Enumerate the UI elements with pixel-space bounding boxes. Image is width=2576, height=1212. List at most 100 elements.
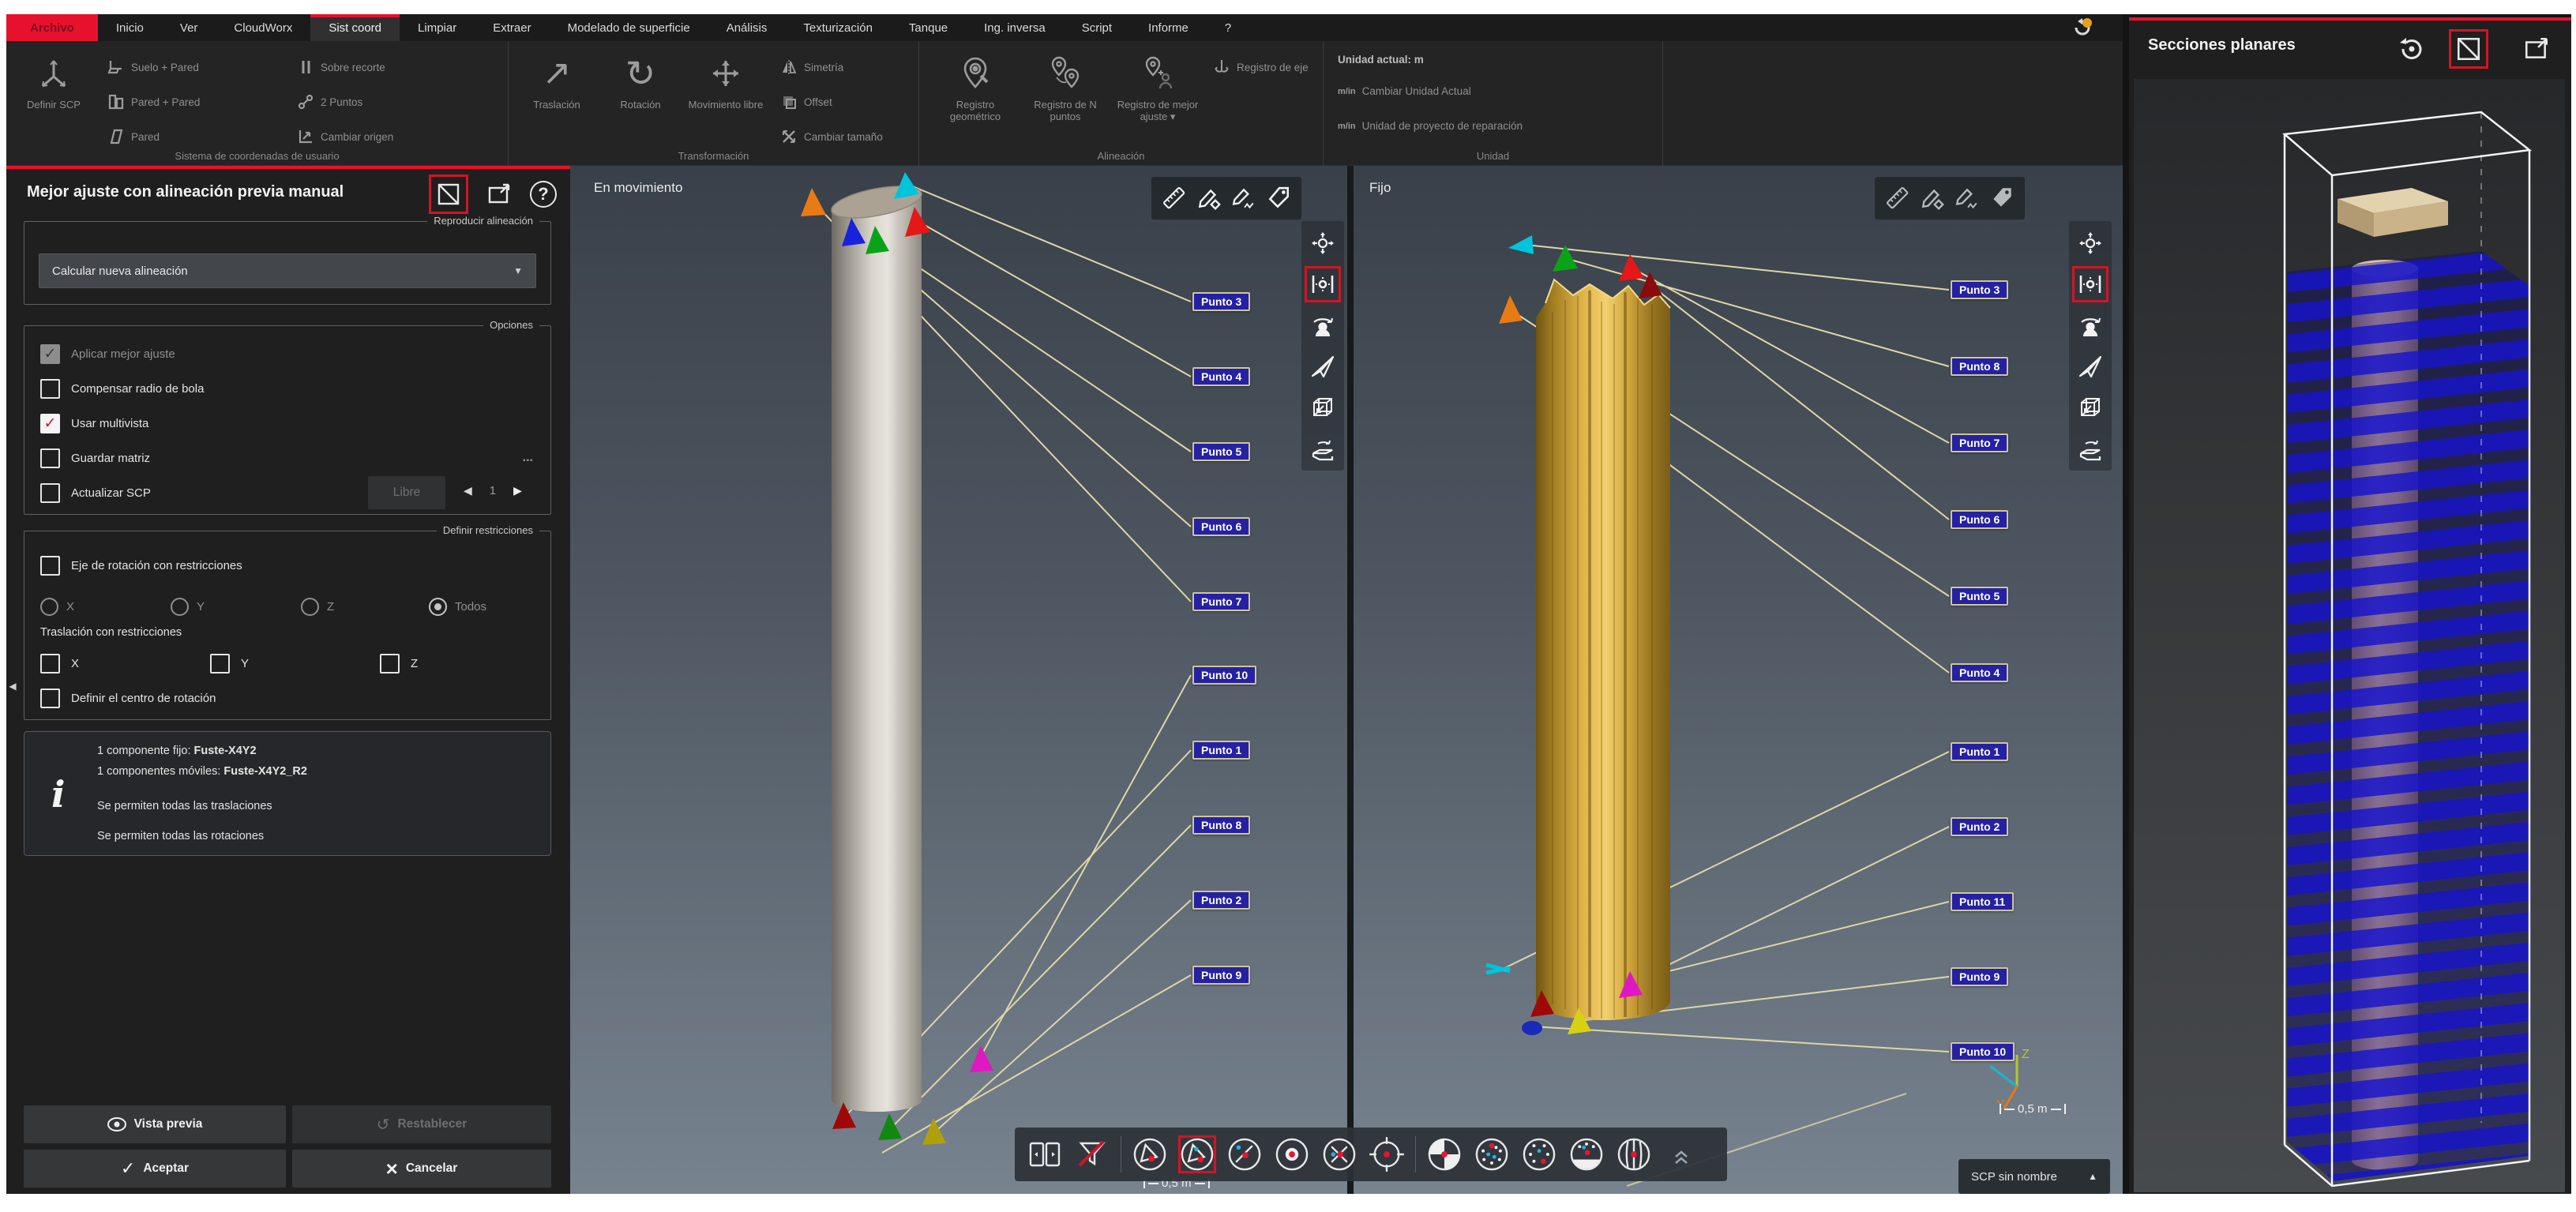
quadrant-target-icon[interactable] (1425, 1135, 1463, 1173)
restablecer-button[interactable]: ↺ Restablecer (292, 1105, 551, 1143)
registro-n-puntos-button[interactable]: Registro de N puntos (1022, 44, 1109, 123)
point-label[interactable]: Punto 3 (1192, 292, 1250, 311)
sync-status-icon[interactable] (2072, 17, 2093, 38)
vista-previa-button[interactable]: Vista previa (24, 1105, 286, 1143)
tag-label-icon[interactable] (1988, 185, 2015, 212)
point-label[interactable]: Punto 2 (1951, 817, 2008, 836)
alignment-mode-dropdown[interactable]: Calcular nueva alineación ▼ (39, 253, 536, 288)
menu-ver[interactable]: Ver (162, 14, 216, 41)
registro-mejor-ajuste-button[interactable]: Registro de mejor ajuste ▾ (1112, 44, 1204, 123)
menu-tanque[interactable]: Tanque (891, 14, 966, 41)
rotate-box-icon[interactable] (2073, 431, 2108, 466)
dos-puntos-button[interactable]: 2 Puntos (297, 93, 362, 111)
point-label[interactable]: Punto 11 (1951, 892, 2014, 911)
radio-y[interactable] (171, 598, 189, 616)
point-label[interactable]: Punto 1 (1951, 742, 2008, 761)
pared-pared-button[interactable]: Pared + Pared (107, 93, 200, 111)
walkthrough-view-icon[interactable] (1305, 308, 1340, 343)
stepper-prev-button[interactable]: ◀ (464, 484, 472, 497)
scp-selector-button[interactable]: SCP sin nombre ▲ (1958, 1159, 2110, 1194)
point-label[interactable]: Punto 9 (1192, 966, 1250, 985)
menu-informe[interactable]: Informe (1130, 14, 1207, 41)
point-label[interactable]: Punto 4 (1951, 663, 2008, 682)
annotate-pencil-icon[interactable] (1196, 185, 1222, 212)
crosshair-target-icon[interactable] (1368, 1135, 1406, 1173)
tag-label-icon[interactable] (1265, 185, 1292, 212)
point-label[interactable]: Punto 9 (1951, 967, 2008, 986)
constrained-pan-icon[interactable] (1305, 267, 1340, 302)
point-label[interactable]: Punto 8 (1951, 357, 2008, 376)
registro-geometrico-button[interactable]: Registro geométrico (932, 44, 1019, 123)
ruler-icon[interactable] (1161, 185, 1188, 212)
radio-x[interactable] (40, 598, 58, 616)
movimiento-libre-button[interactable]: Movimiento libre (684, 44, 768, 111)
point-label[interactable]: Punto 3 (1951, 280, 2008, 299)
ruler-icon[interactable] (1884, 185, 1911, 212)
rotate-box-icon[interactable] (1305, 431, 1340, 466)
target-cross-icon[interactable] (1320, 1135, 1358, 1173)
dock-mode-icon[interactable] (431, 177, 466, 212)
point-label[interactable]: Punto 7 (1951, 433, 2008, 452)
rotacion-button[interactable]: ↻ Rotación (600, 44, 681, 111)
sections-preview-3d[interactable] (2134, 79, 2565, 1192)
menu-modelado[interactable]: Modelado de superficie (550, 14, 708, 41)
traslacion-button[interactable]: ↗ Traslación (516, 44, 597, 111)
point-cloud-target-2-icon[interactable] (1520, 1135, 1558, 1173)
menu-sist-coord[interactable]: Sist coord (310, 14, 400, 41)
undock-window-icon[interactable] (482, 177, 516, 212)
cambiar-unidad-button[interactable]: m/in Cambiar Unidad Actual (1338, 85, 1471, 97)
collapse-toolbar-icon[interactable] (1662, 1135, 1700, 1173)
dock-mode-icon[interactable] (2451, 32, 2486, 66)
walkthrough-view-icon[interactable] (2073, 308, 2108, 343)
unidad-proyecto-button[interactable]: m/in Unidad de proyecto de reparación (1338, 120, 1523, 132)
target-triangle-points-icon[interactable] (1178, 1135, 1216, 1173)
radio-todos[interactable] (429, 598, 447, 616)
reset-icon[interactable] (2394, 32, 2429, 66)
target-ring-icon[interactable] (1273, 1135, 1311, 1173)
point-label[interactable]: Punto 5 (1192, 442, 1250, 461)
target-triangle-icon[interactable] (1131, 1135, 1169, 1173)
menu-extraer[interactable]: Extraer (475, 14, 549, 41)
fly-view-icon[interactable] (1305, 349, 1340, 384)
aceptar-button[interactable]: ✓ Aceptar (24, 1150, 286, 1188)
traslacion-z-checkbox[interactable] (380, 654, 400, 674)
cylinder-target-icon[interactable] (1615, 1135, 1653, 1173)
eje-rotacion-checkbox[interactable] (40, 556, 60, 576)
simetria-button[interactable]: Simetría (780, 58, 843, 76)
offset-button[interactable]: Offset (780, 93, 832, 111)
constrained-pan-icon[interactable] (2073, 267, 2108, 302)
fly-view-icon[interactable] (2073, 349, 2108, 384)
panel-collapse-handle[interactable]: ◀ (6, 674, 19, 698)
point-label[interactable]: Punto 5 (1951, 587, 2008, 606)
actualizar-scp-checkbox[interactable] (40, 483, 60, 503)
menu-analisis[interactable]: Análisis (708, 14, 786, 41)
zoom-box-icon[interactable] (1305, 390, 1340, 425)
menu-ing-inversa[interactable]: Ing. inversa (966, 14, 1064, 41)
point-label[interactable]: Punto 2 (1192, 891, 1250, 910)
point-label[interactable]: Punto 4 (1192, 367, 1250, 386)
sobre-recorte-button[interactable]: Sobre recorte (297, 58, 385, 76)
menu-limpiar[interactable]: Limpiar (400, 14, 475, 41)
menu-script[interactable]: Script (1064, 14, 1130, 41)
aplicar-mejor-ajuste-checkbox[interactable]: ✓ (40, 344, 60, 364)
annotate-freehand-icon[interactable] (1230, 185, 1257, 212)
point-label[interactable]: Punto 10 (1192, 666, 1256, 685)
menu-archivo[interactable]: Archivo (6, 14, 98, 41)
traslacion-x-checkbox[interactable] (40, 654, 60, 674)
registro-eje-button[interactable]: Registro de eje (1213, 58, 1309, 76)
stepper-next-button[interactable]: ▶ (513, 484, 522, 497)
point-cloud-target-icon[interactable] (1473, 1135, 1511, 1173)
annotate-freehand-icon[interactable] (1954, 185, 1981, 212)
filter-off-icon[interactable] (1073, 1135, 1111, 1173)
point-label[interactable]: Punto 7 (1192, 592, 1250, 611)
orbit-view-icon[interactable] (1305, 226, 1340, 261)
menu-help[interactable]: ? (1207, 14, 1249, 41)
annotate-pencil-icon[interactable] (1919, 185, 1946, 212)
point-label[interactable]: Punto 8 (1192, 816, 1250, 835)
menu-texturizacion[interactable]: Texturización (785, 14, 891, 41)
orbit-view-icon[interactable] (2073, 226, 2108, 261)
zoom-box-icon[interactable] (2073, 390, 2108, 425)
matrix-ellipsis-button[interactable]: ... (523, 451, 533, 465)
libre-button[interactable]: Libre (368, 476, 445, 509)
point-label[interactable]: Punto 6 (1192, 517, 1250, 536)
